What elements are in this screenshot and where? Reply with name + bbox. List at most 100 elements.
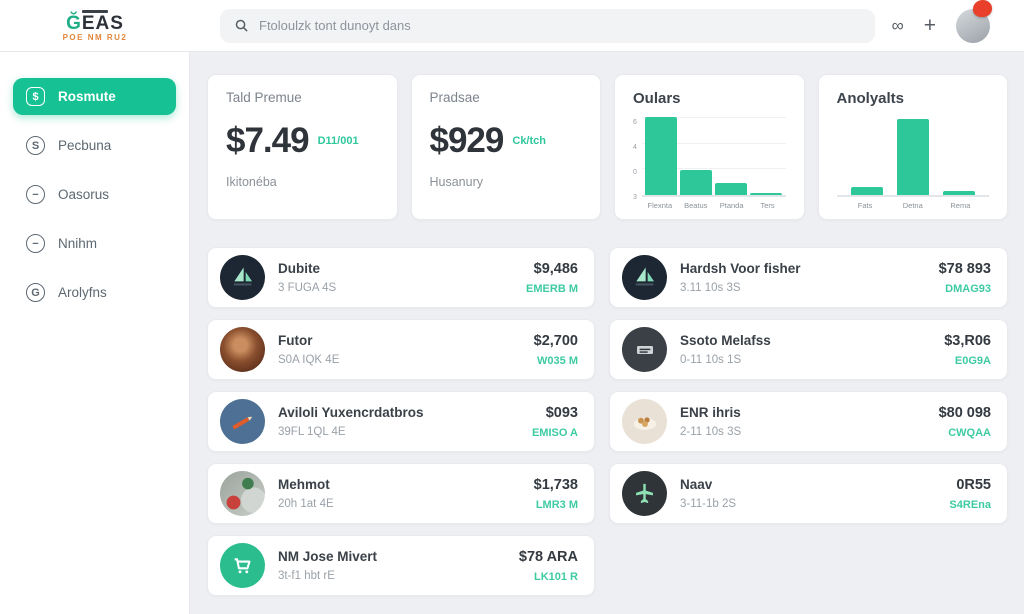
list-item[interactable]: Naav 3-11-1b 2S 0R55 S4REna	[609, 463, 1008, 524]
y-axis: 6403	[633, 117, 637, 217]
sailboat-icon	[220, 255, 265, 300]
brand-logo: ĞEAS POE NM RU2	[0, 8, 190, 42]
sidebar-item-label: Arolyfns	[58, 285, 107, 300]
sidebar-item-label: Pecbuna	[58, 138, 111, 153]
product-price: $9,486	[526, 261, 578, 277]
product-badge: S4REna	[949, 499, 991, 511]
user-avatar[interactable]	[956, 9, 990, 43]
stat-badge: D11/001	[318, 135, 359, 147]
x-axis-labels: FatsDetnaRema	[837, 201, 990, 210]
cart-icon	[220, 543, 265, 588]
analytics-chart-card: Anolyalts FatsDetnaRema	[818, 74, 1009, 220]
product-lists: Dubite 3 FUGA 4S $9,486 EMERB M Futor S0…	[207, 247, 1008, 596]
plane-icon	[622, 471, 667, 516]
product-subtitle: 3t-f1 hbt rE	[278, 570, 506, 582]
sidebar-item-3[interactable]: − Nnihm	[13, 225, 176, 262]
logo-text: ĞEAS	[0, 14, 190, 34]
product-title: Naav	[680, 477, 936, 492]
list-item[interactable]: Ssoto Melafss 0-11 10s 1S $3,R06 E0G9A	[609, 319, 1008, 380]
search-icon	[234, 18, 249, 33]
brand-tagline: POE NM RU2	[0, 34, 190, 42]
main-content: Tald Premue $7.49 D11/001 Ikitonéba Prad…	[190, 52, 1024, 614]
stat-subtitle: Ikitonéba	[226, 175, 379, 189]
product-price: $78 893	[939, 261, 991, 277]
product-price: $1,738	[534, 477, 578, 493]
bar	[715, 183, 747, 195]
circled-minus-icon: −	[26, 234, 45, 253]
sidebar-item-0[interactable]: $ Rosmute	[13, 78, 176, 115]
notification-badge	[973, 0, 992, 17]
product-badge: W035 M	[534, 355, 578, 367]
circled-minus-icon: −	[26, 185, 45, 204]
pencil-icon	[220, 399, 265, 444]
stat-subtitle: Husanury	[430, 175, 583, 189]
sidebar-item-label: Rosmute	[58, 89, 116, 104]
product-price: $78 ARA	[519, 549, 578, 565]
product-title: Hardsh Voor fisher	[680, 261, 926, 276]
bar	[645, 117, 677, 195]
add-button[interactable]: +	[924, 15, 936, 36]
list-item[interactable]: Mehmot 20h 1at 4E $1,738 LMR3 M	[207, 463, 595, 524]
stat-value: $929	[430, 121, 504, 161]
header-actions: ∞ +	[892, 9, 1024, 43]
product-title: NM Jose Mivert	[278, 549, 506, 564]
bar	[897, 119, 929, 195]
product-subtitle: 3.11 10s 3S	[680, 282, 926, 294]
stat-title: Tald Premue	[226, 90, 379, 105]
product-title: Mehmot	[278, 477, 521, 492]
bar-plot	[642, 117, 786, 197]
logo-rest: EAS	[82, 13, 124, 34]
product-badge: LK101 R	[519, 571, 578, 583]
list-item[interactable]: Aviloli Yuxencrdatbros 39FL 1QL 4E $093 …	[207, 391, 595, 452]
sidebar-item-2[interactable]: − Oasorus	[13, 176, 176, 213]
product-column-right: Hardsh Voor fisher 3.11 10s 3S $78 893 D…	[609, 247, 1008, 524]
orders-chart-card: Oulars 6403FlexntaBeatusPtandaTers	[614, 74, 805, 220]
link-icon[interactable]: ∞	[892, 16, 904, 36]
product-subtitle: 0-11 10s 1S	[680, 354, 931, 366]
list-item[interactable]: ENR ihris 2-11 10s 3S $80 098 CWQAA	[609, 391, 1008, 452]
stat-card-revenue: Tald Premue $7.49 D11/001 Ikitonéba	[207, 74, 398, 220]
bar	[750, 193, 782, 195]
stats-row: Tald Premue $7.49 D11/001 Ikitonéba Prad…	[207, 74, 1008, 220]
list-item[interactable]: Dubite 3 FUGA 4S $9,486 EMERB M	[207, 247, 595, 308]
sidebar-item-label: Oasorus	[58, 187, 109, 202]
product-column-left: Dubite 3 FUGA 4S $9,486 EMERB M Futor S0…	[207, 247, 595, 596]
product-price: $80 098	[939, 405, 991, 421]
product-subtitle: 2-11 10s 3S	[680, 426, 926, 438]
search-input[interactable]	[259, 18, 861, 33]
food-icon	[622, 399, 667, 444]
product-badge: EMERB M	[526, 283, 578, 295]
analytics-bar-chart: FatsDetnaRema	[837, 117, 990, 217]
top-header: ĞEAS POE NM RU2 ∞ +	[0, 0, 1024, 52]
chart-title: Anolyalts	[837, 90, 990, 107]
list-item[interactable]: Hardsh Voor fisher 3.11 10s 3S $78 893 D…	[609, 247, 1008, 308]
product-badge: DMAG93	[939, 283, 991, 295]
sailboat-icon	[622, 255, 667, 300]
product-title: ENR ihris	[680, 405, 926, 420]
sidebar-item-1[interactable]: S Pecbuna	[13, 127, 176, 164]
product-photo	[220, 471, 265, 516]
bar	[943, 191, 975, 195]
product-subtitle: 3 FUGA 4S	[278, 282, 513, 294]
product-badge: CWQAA	[939, 427, 991, 439]
product-price: $093	[532, 405, 578, 421]
sidebar-item-4[interactable]: G Arolyfns	[13, 274, 176, 311]
list-item[interactable]: Futor S0A IQK 4E $2,700 W035 M	[207, 319, 595, 380]
product-subtitle: S0A IQK 4E	[278, 354, 521, 366]
product-price: 0R55	[949, 477, 991, 493]
stat-value: $7.49	[226, 121, 309, 161]
label-icon	[622, 327, 667, 372]
product-price: $2,700	[534, 333, 578, 349]
sidebar-item-label: Nnihm	[58, 236, 97, 251]
product-title: Ssoto Melafss	[680, 333, 931, 348]
logo-letter: Ğ	[66, 13, 82, 34]
product-title: Dubite	[278, 261, 513, 276]
product-badge: E0G9A	[944, 355, 991, 367]
coin-icon: S	[26, 136, 45, 155]
bar	[851, 187, 883, 195]
list-item[interactable]: NM Jose Mivert 3t-f1 hbt rE $78 ARA LK10…	[207, 535, 595, 596]
chart-title: Oulars	[633, 90, 786, 107]
product-title: Aviloli Yuxencrdatbros	[278, 405, 519, 420]
product-photo	[220, 327, 265, 372]
product-subtitle: 3-11-1b 2S	[680, 498, 936, 510]
